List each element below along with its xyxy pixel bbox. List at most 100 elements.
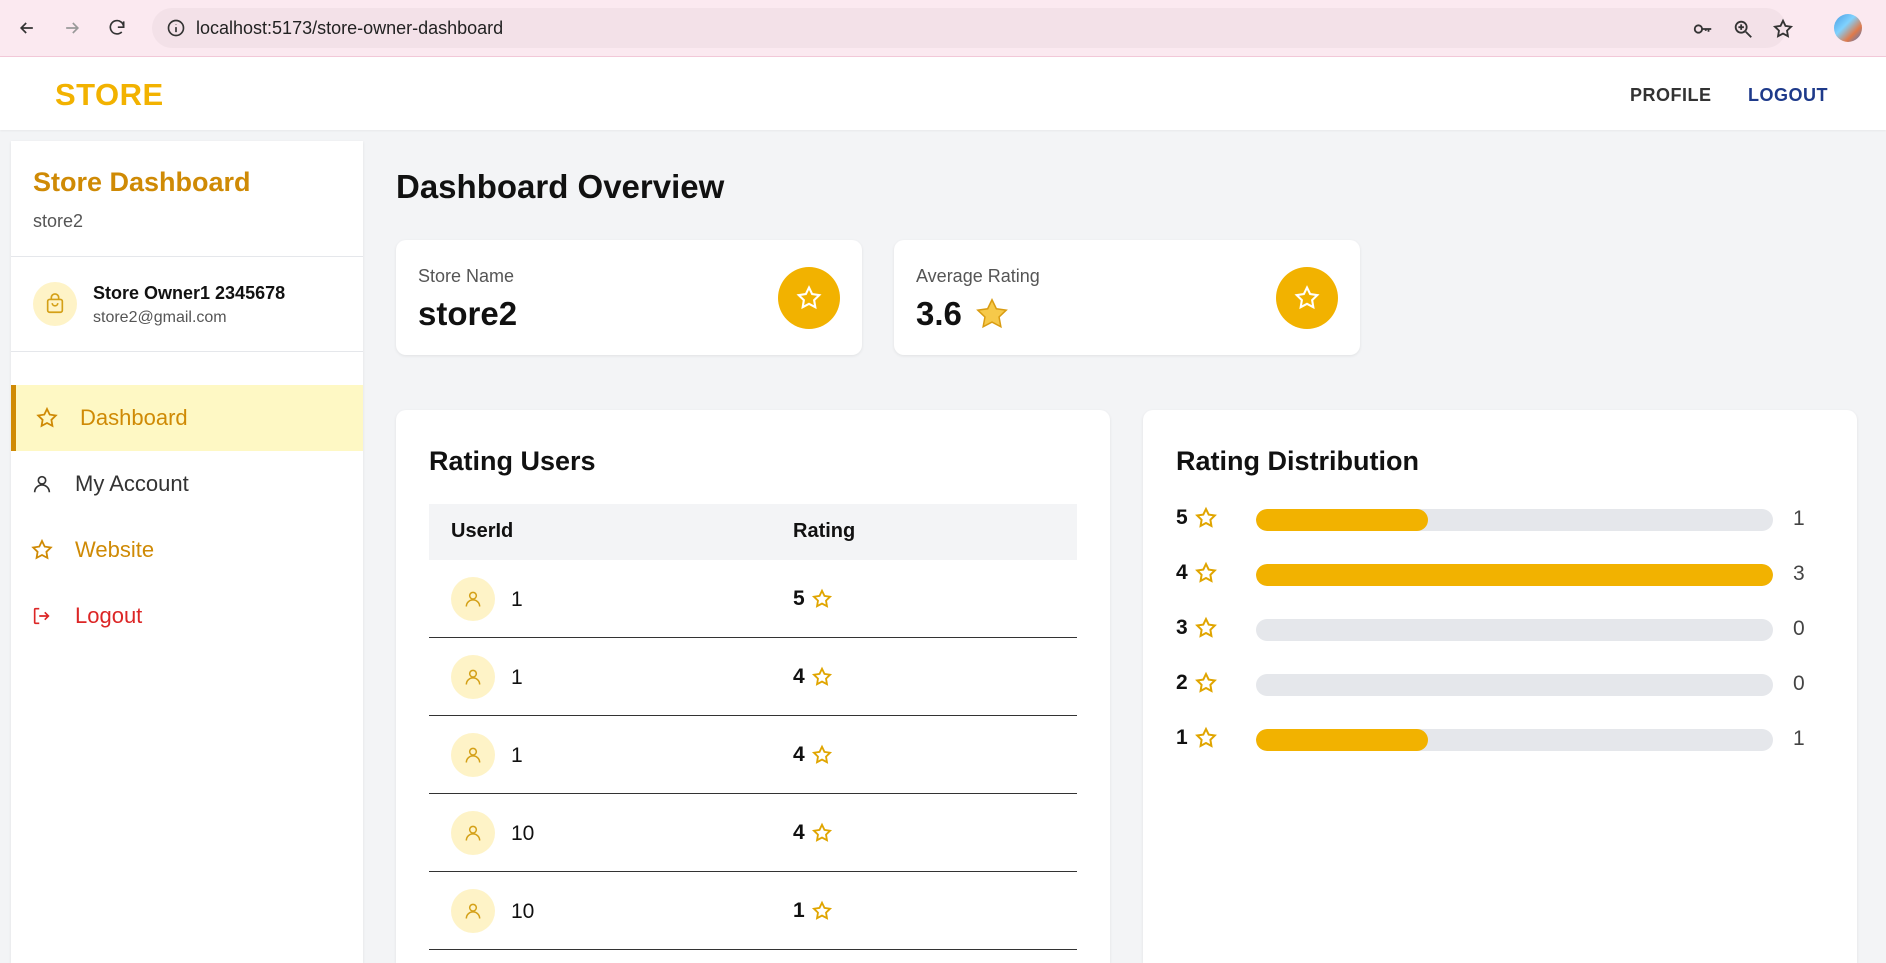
- table-row: 10 1: [429, 872, 1077, 950]
- sidebar-title: Store Dashboard: [33, 167, 251, 197]
- star-icon: [1194, 561, 1218, 585]
- distribution-row: 5 1: [1176, 504, 1816, 534]
- star-icon: [811, 666, 833, 688]
- star-icon: [1194, 616, 1218, 640]
- zoom-icon[interactable]: [1732, 18, 1754, 40]
- table-row: 10 4: [429, 794, 1077, 872]
- distribution-row: 3 0: [1176, 614, 1816, 644]
- star-icon: [1194, 726, 1218, 750]
- distribution-label: 4: [1176, 561, 1218, 585]
- star-count: 2: [1176, 671, 1188, 694]
- distribution-row: 4 3: [1176, 559, 1816, 589]
- user-id: 1: [511, 744, 523, 767]
- table-row: 1 5: [429, 560, 1077, 638]
- sidebar-item-logout[interactable]: Logout: [11, 583, 363, 649]
- stat-value: store2: [418, 295, 517, 333]
- site-info-icon[interactable]: [166, 18, 186, 38]
- app-header: STORE PROFILE LOGOUT: [0, 57, 1886, 130]
- rating-cell: 1: [793, 899, 833, 923]
- user-id: 1: [511, 666, 523, 689]
- sidebar-item-label: Logout: [75, 603, 143, 628]
- panel-title: Rating Distribution: [1176, 446, 1419, 476]
- store-name-value: store2: [418, 295, 518, 332]
- progress-fill: [1256, 564, 1773, 586]
- distribution-count: 3: [1793, 562, 1805, 585]
- reload-icon[interactable]: [103, 14, 131, 42]
- star-icon: [811, 744, 833, 766]
- sidebar-store-name: store2: [33, 211, 84, 231]
- star-icon: [811, 822, 833, 844]
- distribution-label: 5: [1176, 506, 1218, 530]
- stat-value: 3.6: [916, 295, 1010, 333]
- user-icon: [29, 471, 55, 497]
- progress-fill: [1256, 509, 1429, 531]
- shopping-bag-icon: [33, 282, 77, 326]
- distribution-label: 1: [1176, 726, 1218, 750]
- star-icon: [29, 537, 55, 563]
- distribution-row: 1 1: [1176, 724, 1816, 754]
- user-icon: [451, 577, 495, 621]
- table-row: 1 4: [429, 716, 1077, 794]
- bookmark-star-icon[interactable]: [1772, 18, 1794, 40]
- owner-name: Store Owner1 2345678: [93, 283, 286, 303]
- back-icon[interactable]: [13, 14, 41, 42]
- divider: [11, 351, 363, 352]
- sidebar-item-label: My Account: [75, 471, 189, 496]
- profile-link[interactable]: PROFILE: [1630, 85, 1712, 106]
- progress-track: [1256, 674, 1773, 696]
- distribution-row: 2 0: [1176, 669, 1816, 699]
- url-text[interactable]: localhost:5173/store-owner-dashboard: [196, 18, 503, 39]
- filled-star-icon: [975, 298, 1008, 329]
- user-icon: [451, 655, 495, 699]
- table-row: 1 4: [429, 638, 1077, 716]
- user-icon: [451, 889, 495, 933]
- sidebar-item-dashboard[interactable]: Dashboard: [11, 385, 363, 451]
- rating-value: 5: [793, 587, 805, 610]
- logout-icon: [29, 603, 55, 629]
- distribution-label: 3: [1176, 616, 1218, 640]
- star-icon: [778, 267, 840, 329]
- rating-users-panel: Rating Users UserId Rating 1 5 1 4 1 4 1…: [396, 410, 1110, 963]
- stat-label: Average Rating: [916, 266, 1040, 286]
- star-icon: [1194, 506, 1218, 530]
- header-logout-link[interactable]: LOGOUT: [1748, 85, 1828, 106]
- star-icon: [811, 900, 833, 922]
- star-icon: [34, 405, 60, 431]
- distribution-count: 1: [1793, 727, 1805, 750]
- rating-cell: 4: [793, 821, 833, 845]
- progress-track: [1256, 729, 1773, 751]
- progress-track: [1256, 509, 1773, 531]
- rating-value: 1: [793, 899, 805, 922]
- average-rating-value: 3.6: [916, 295, 962, 332]
- rating-value: 4: [793, 821, 805, 844]
- average-rating-card: Average Rating 3.6: [894, 240, 1360, 355]
- forward-icon[interactable]: [58, 14, 86, 42]
- rating-value: 4: [793, 665, 805, 688]
- panel-title: Rating Users: [429, 446, 596, 476]
- browser-toolbar: localhost:5173/store-owner-dashboard: [0, 0, 1886, 57]
- sidebar: Store Dashboard store2 Store Owner1 2345…: [11, 141, 363, 963]
- owner-email: store2@gmail.com: [93, 309, 227, 326]
- distribution-count: 0: [1793, 617, 1805, 640]
- brand-logo[interactable]: STORE: [55, 77, 164, 113]
- page-title: Dashboard Overview: [396, 168, 725, 205]
- address-bar[interactable]: localhost:5173/store-owner-dashboard: [152, 8, 1794, 48]
- progress-track: [1256, 564, 1773, 586]
- star-count: 3: [1176, 616, 1188, 639]
- rating-value: 4: [793, 743, 805, 766]
- table-header: UserId Rating: [429, 504, 1077, 560]
- store-name-card: Store Name store2: [396, 240, 862, 355]
- star-icon: [811, 588, 833, 610]
- divider: [11, 256, 363, 257]
- rating-cell: 5: [793, 587, 833, 611]
- password-key-icon[interactable]: [1692, 18, 1714, 40]
- sidebar-item-website[interactable]: Website: [11, 517, 363, 583]
- user-id: 10: [511, 900, 535, 923]
- distribution-count: 1: [1793, 507, 1805, 530]
- column-header-rating: Rating: [793, 520, 856, 542]
- progress-fill: [1256, 729, 1429, 751]
- star-icon: [1194, 671, 1218, 695]
- browser-profile-avatar[interactable]: [1834, 14, 1862, 42]
- sidebar-item-my-account[interactable]: My Account: [11, 451, 363, 517]
- user-icon: [451, 733, 495, 777]
